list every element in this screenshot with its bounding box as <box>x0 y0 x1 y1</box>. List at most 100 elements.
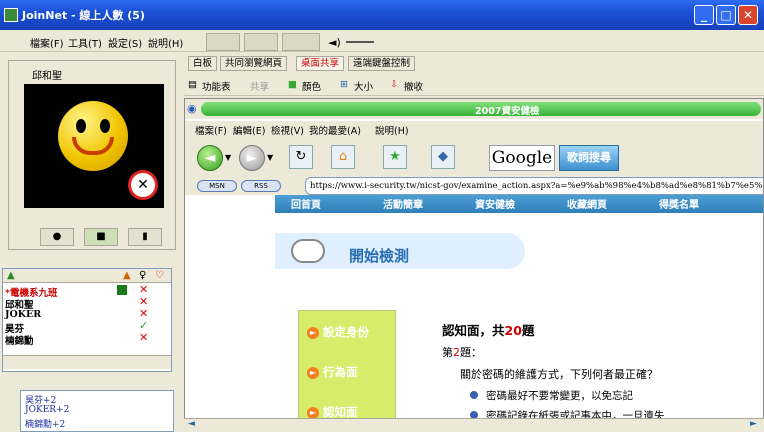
withdraw-icon: ⇩ <box>390 79 398 90</box>
rss-button[interactable]: RSS <box>241 180 281 192</box>
quiz-option-0[interactable]: 密碼最好不要常變更，以免忘記 <box>470 388 633 403</box>
radio-bullet-icon <box>470 391 478 399</box>
user-row-4[interactable]: 楠錦勳 <box>5 333 34 347</box>
side-cognition-label: 認知面 <box>323 405 358 419</box>
scroll-right-icon[interactable]: ► <box>750 419 757 429</box>
side-behavior[interactable]: ► 行為面 <box>299 357 395 387</box>
mouth <box>72 137 114 155</box>
mic-muted-icon: ✕ <box>128 170 158 200</box>
tab-desktop-share[interactable]: 桌面共享 <box>296 56 345 71</box>
tab-remote-control[interactable]: 遠端鍵盤控制 <box>348 56 416 71</box>
address-bar: MSN RSS https://www.i-security.tw/nicst-… <box>185 177 763 195</box>
volume-slider[interactable] <box>346 41 374 43</box>
forward-dropdown-icon[interactable]: ▼ <box>267 153 273 162</box>
quiz-main: 認知面，共20題 第2題： 關於密碼的維護方式，下列何者最正確？ 密碼最好不要常… <box>398 300 754 422</box>
arrow-icon: ► <box>307 406 319 419</box>
user-0-video-icon <box>117 285 127 295</box>
mouse-icon <box>291 239 325 263</box>
tab-cobrowse[interactable]: 共同瀏覽網頁 <box>220 56 288 71</box>
quiz-title-prefix: 認知面，共 <box>442 323 505 338</box>
bmenu-view[interactable]: 檢視(V) <box>271 123 304 137</box>
tabs-bar: 白板 共同瀏覽網頁 桌面共享 遠端鍵盤控制 <box>184 56 764 72</box>
user-row-0[interactable]: *電機系九班 <box>5 285 57 299</box>
maximize-button[interactable]: □ <box>716 5 736 25</box>
browser-menubar: 檔案(F) 編輯(E) 檢視(V) 我的最愛(A) 說明(H) <box>185 121 763 137</box>
menubar: 檔案(F) 工具(T) 設定(S) 說明(H) ◄) <box>0 30 764 52</box>
url-field[interactable]: https://www.i-security.tw/nicst-gov/exam… <box>305 177 763 195</box>
scroll-left-icon[interactable]: ◄ <box>188 419 195 429</box>
bmenu-file[interactable]: 檔案(F) <box>195 123 227 137</box>
refresh-icon[interactable]: ↻ <box>289 145 313 169</box>
user-row-1[interactable]: 邱和聖 <box>5 297 34 311</box>
quiz-number-suffix: 題： <box>460 346 482 359</box>
menu-tools[interactable]: 工具(T) <box>68 35 102 50</box>
back-button[interactable]: ◄ <box>197 145 223 171</box>
window-title: JoinNet - 線上人數 (5) <box>22 9 145 22</box>
site-nav-banner: 回首頁 活動簡章 資安健檢 收藏網頁 得獎名單 <box>275 195 763 213</box>
chat-item-2: 楠錦勳+2 <box>25 420 66 430</box>
horizontal-scrollbar[interactable]: ◄ ► <box>184 418 764 432</box>
home-icon[interactable]: ⌂ <box>331 145 355 169</box>
user-row-2[interactable]: JOKER <box>5 309 41 321</box>
right-eye <box>100 119 110 133</box>
side-identity[interactable]: ► 設定身份 <box>299 317 395 347</box>
withdraw-button[interactable]: 撤收 <box>404 79 423 93</box>
quiz-number-prefix: 第 <box>442 346 453 359</box>
features-icon: ▤ <box>188 79 197 90</box>
menu-settings[interactable]: 設定(S) <box>108 35 142 50</box>
app-icon <box>4 8 18 22</box>
history-icon[interactable]: ◆ <box>431 145 455 169</box>
nav-home[interactable]: 回首頁 <box>291 196 321 211</box>
user-row-3[interactable]: 昊芬 <box>5 321 24 335</box>
chat-item-1: JOKER+2 <box>25 405 70 415</box>
lyrics-search-button[interactable]: 歌詞搜尋 <box>559 145 619 171</box>
user-list: ▲ ▲ ♀ ♡ *電機系九班 邱和聖 JOKER 昊芬 楠錦勳 ✕ ✕ ✕ ✓ … <box>2 268 172 372</box>
msn-button[interactable]: MSN <box>197 180 237 192</box>
mic-level-button[interactable] <box>206 33 240 51</box>
side-behavior-label: 行為面 <box>323 365 358 379</box>
nav-winners[interactable]: 得獎名單 <box>659 196 699 211</box>
size-icon: ⊞ <box>340 79 348 90</box>
forward-button[interactable]: ► <box>239 145 265 171</box>
snapshot-button[interactable]: ● <box>40 228 74 246</box>
hand-column-icon: ▲ <box>123 270 131 281</box>
video-settings-button[interactable]: ▮ <box>128 228 162 246</box>
side-identity-label: 設定身份 <box>323 325 369 339</box>
size-button[interactable]: 大小 <box>354 79 373 93</box>
speaker-icon: ◄) <box>328 36 341 49</box>
avatar-smiley-icon <box>58 101 128 171</box>
bmenu-edit[interactable]: 編輯(E) <box>233 123 265 137</box>
nav-brochure[interactable]: 活動簡章 <box>383 196 423 211</box>
google-button[interactable]: Google <box>489 145 555 171</box>
nav-checkup[interactable]: 資安健檢 <box>475 196 515 211</box>
share-button[interactable]: 共享 <box>250 79 269 93</box>
left-eye <box>76 119 86 133</box>
close-button[interactable]: ✕ <box>738 5 758 25</box>
camera-button[interactable] <box>244 33 278 51</box>
features-button[interactable]: 功能表 <box>202 79 231 93</box>
quiz-option-0-label: 密碼最好不要常變更，以免忘記 <box>486 390 633 402</box>
color-button[interactable]: 顏色 <box>302 79 321 93</box>
menu-help[interactable]: 說明(H) <box>148 35 183 50</box>
arrow-icon: ► <box>307 366 319 379</box>
quiz-title-suffix: 題 <box>521 323 535 338</box>
chat-list: 昊芬+2 JOKER+2 楠錦勳+2 <box>20 390 174 432</box>
user-list-hscroll[interactable] <box>3 355 171 369</box>
favorites-icon[interactable]: ★ <box>383 145 407 169</box>
menu-file[interactable]: 檔案(F) <box>30 35 64 50</box>
browser-titlebar: ◉ 2007資安健檢 <box>185 99 763 119</box>
bmenu-help[interactable]: 說明(H) <box>375 123 409 137</box>
quiz-number: 第2題： <box>442 344 482 360</box>
user-column-icon: ▲ <box>7 270 15 281</box>
browser-title: 2007資安健檢 <box>475 106 540 117</box>
minimize-button[interactable]: _ <box>694 5 714 25</box>
back-dropdown-icon[interactable]: ▼ <box>225 153 231 162</box>
record-button[interactable] <box>282 33 320 51</box>
status-column-icon: ♀ <box>139 270 147 281</box>
quiz-title: 認知面，共20題 <box>442 320 534 339</box>
tab-whiteboard[interactable]: 白板 <box>188 56 218 71</box>
nav-bookmark[interactable]: 收藏網頁 <box>567 196 607 211</box>
video-toggle-button[interactable]: ■ <box>84 228 118 246</box>
bmenu-favorites[interactable]: 我的最愛(A) <box>309 123 361 137</box>
quiz-sidebar: ► 設定身份 ► 行為面 ► 認知面 <box>298 310 396 432</box>
